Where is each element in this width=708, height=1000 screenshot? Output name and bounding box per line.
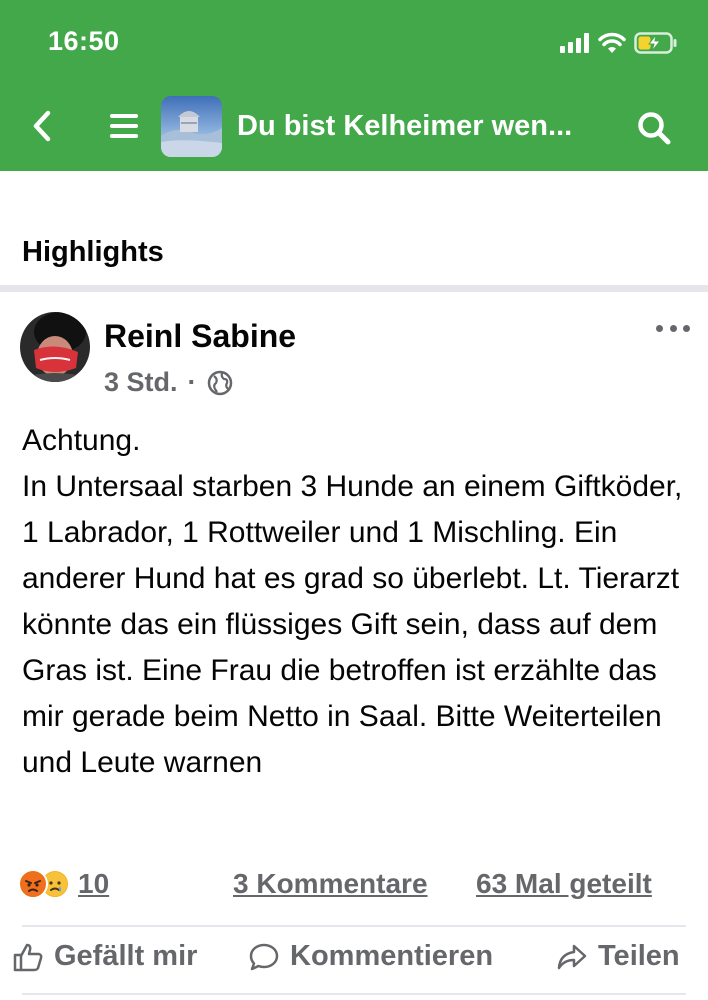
group-title[interactable]: Du bist Kelheimer wen... xyxy=(237,106,609,146)
post-meta: 3 Std. · xyxy=(104,367,233,398)
comment-label: Kommentieren xyxy=(290,940,494,972)
hamburger-menu-icon xyxy=(110,114,138,138)
search-icon xyxy=(638,112,671,145)
signal-icon xyxy=(560,33,589,53)
like-label: Gefällt mir xyxy=(54,940,198,972)
reactions-summary[interactable]: 10 xyxy=(18,868,109,900)
action-divider xyxy=(22,925,686,927)
post-text: Achtung. In Untersaal starben 3 Hunde an… xyxy=(22,424,683,779)
dot-icon xyxy=(656,324,663,332)
reaction-count[interactable]: 10 xyxy=(78,868,109,900)
author-name[interactable]: Reinl Sabine xyxy=(104,318,296,355)
thumbs-up-icon xyxy=(13,943,43,971)
section-divider xyxy=(0,285,708,292)
like-button[interactable]: Gefällt mir xyxy=(12,940,197,973)
shares-count[interactable]: 63 Mal geteilt xyxy=(476,868,652,900)
share-arrow-icon xyxy=(557,944,587,969)
group-thumbnail[interactable] xyxy=(161,96,222,157)
wifi-icon xyxy=(598,32,626,53)
menu-button[interactable] xyxy=(104,108,144,144)
more-options-button[interactable] xyxy=(656,318,690,338)
share-label: Teilen xyxy=(598,940,680,972)
angry-reaction-icon xyxy=(18,869,48,899)
back-button[interactable] xyxy=(24,106,60,146)
top-bar: 16:50 Du bist Kelheimer wen... xyxy=(0,0,708,171)
chevron-left-icon xyxy=(33,110,51,142)
meta-separator: · xyxy=(187,367,197,397)
dot-icon xyxy=(669,324,677,332)
avatar[interactable] xyxy=(20,312,90,382)
share-button[interactable]: Teilen xyxy=(556,940,680,973)
comments-count[interactable]: 3 Kommentare xyxy=(233,868,428,900)
globe-icon xyxy=(207,370,232,395)
status-icons xyxy=(560,30,678,56)
battery-charging-icon xyxy=(634,32,677,54)
section-title: Highlights xyxy=(22,236,164,268)
comment-button[interactable]: Kommentieren xyxy=(248,940,493,973)
dot-icon xyxy=(683,324,690,332)
post-time[interactable]: 3 Std. xyxy=(104,367,178,398)
status-time: 16:50 xyxy=(48,26,120,56)
comment-bubble-icon xyxy=(249,943,279,970)
bottom-divider xyxy=(22,993,686,995)
search-button[interactable] xyxy=(632,106,676,150)
